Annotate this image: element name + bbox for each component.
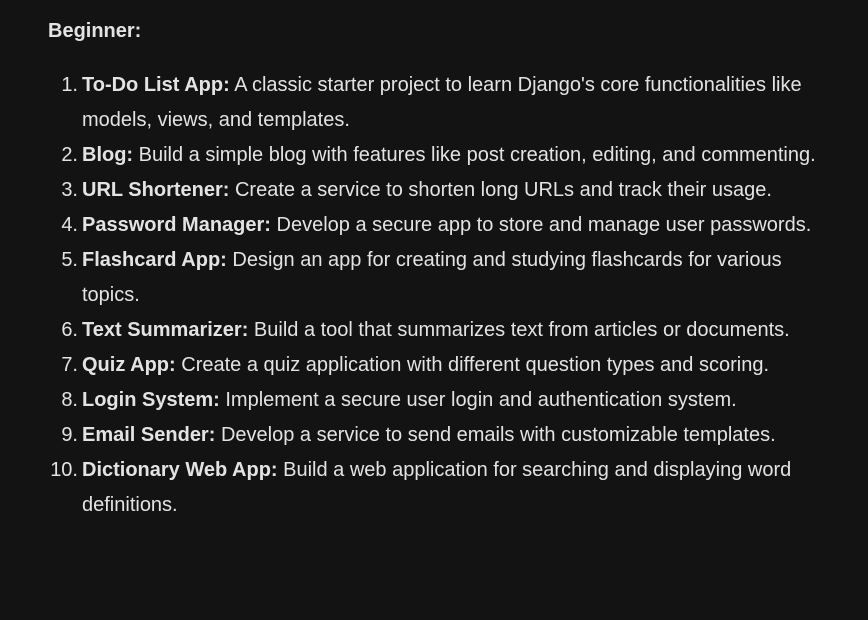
item-title: Login System:: [82, 389, 220, 411]
list-number: 5.: [61, 249, 78, 271]
item-title: To-Do List App:: [82, 74, 230, 96]
item-title: Flashcard App:: [82, 249, 227, 271]
item-description: Create a quiz application with different…: [175, 354, 770, 376]
list-item: 9. Email Sender: Develop a service to sen…: [0, 418, 860, 453]
item-title: Text Summarizer:: [82, 319, 249, 341]
list-number: 9.: [61, 424, 78, 446]
response-content: Beginner: 1. To-Do List App: A classic st…: [0, 0, 868, 620]
list-item: 7. Quiz App: Create a quiz application wi…: [0, 348, 860, 383]
item-title: Dictionary Web App:: [82, 459, 278, 481]
item-title: URL Shortener:: [82, 179, 230, 201]
list-number: 1.: [61, 74, 78, 96]
item-description: Build a tool that summarizes text from a…: [248, 319, 790, 341]
list-number: 8.: [61, 389, 78, 411]
item-description: Build a simple blog with features like p…: [133, 144, 816, 166]
item-description: Create a service to shorten long URLs an…: [229, 179, 772, 201]
list-item: 3. URL Shortener: Create a service to sho…: [0, 173, 860, 208]
item-title: Blog:: [82, 144, 134, 166]
item-description: Develop a service to send emails with cu…: [215, 424, 776, 446]
project-list: 1. To-Do List App: A classic starter proj…: [0, 68, 860, 523]
list-item: 2. Blog: Build a simple blog with feature…: [0, 138, 860, 173]
list-number: 6.: [61, 319, 78, 341]
item-title: Email Sender:: [82, 424, 216, 446]
list-number: 3.: [61, 179, 78, 201]
list-item: 8. Login System: Implement a secure user …: [0, 383, 860, 418]
list-item: 6. Text Summarizer: Build a tool that sum…: [0, 313, 860, 348]
item-description: Develop a secure app to store and manage…: [270, 214, 812, 236]
item-title: Password Manager:: [82, 214, 271, 236]
item-description: Implement a secure user login and authen…: [219, 389, 737, 411]
list-item: 1. To-Do List App: A classic starter proj…: [0, 68, 860, 138]
item-title: Quiz App:: [82, 354, 176, 376]
section-heading: Beginner:: [48, 20, 142, 42]
list-item: 10. Dictionary Web App: Build a web appli…: [0, 453, 860, 523]
list-item: 5. Flashcard App: Design an app for creat…: [0, 243, 860, 313]
list-number: 4.: [61, 214, 78, 236]
list-number: 7.: [61, 354, 78, 376]
list-number: 10.: [50, 459, 78, 481]
list-number: 2.: [61, 144, 78, 166]
list-item: 4. Password Manager: Develop a secure app…: [0, 208, 860, 243]
